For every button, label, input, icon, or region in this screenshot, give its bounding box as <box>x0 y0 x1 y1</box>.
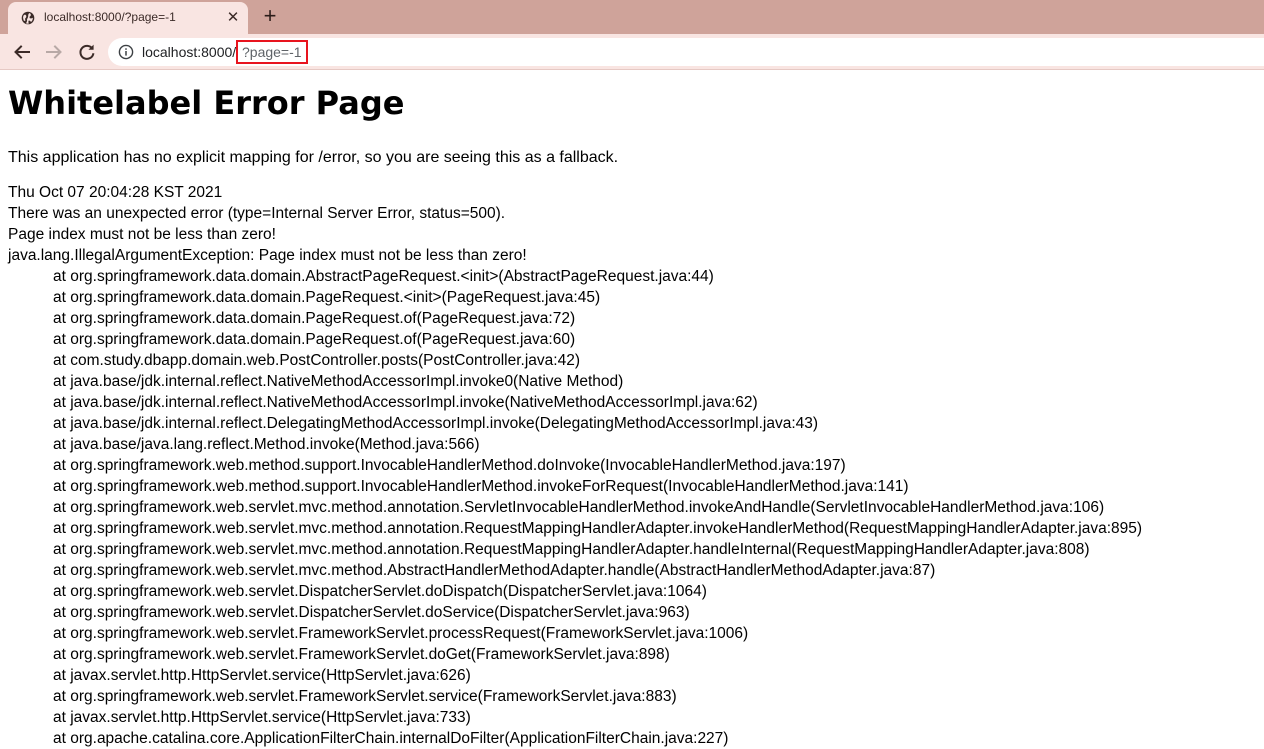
stack-frame: at org.springframework.web.servlet.Frame… <box>53 688 677 705</box>
stack-frame: at org.springframework.web.method.suppor… <box>53 478 909 495</box>
stack-trace: java.lang.IllegalArgumentException: Page… <box>8 245 1258 749</box>
stack-frame: at org.springframework.web.servlet.mvc.m… <box>53 520 1143 537</box>
tab-title: localhost:8000/?page=-1 <box>44 10 176 24</box>
page-content: Whitelabel Error Page This application h… <box>8 84 1258 749</box>
stack-frame: at javax.servlet.http.HttpServlet.servic… <box>53 667 471 684</box>
stack-frame: at org.springframework.web.method.suppor… <box>53 457 846 474</box>
error-timestamp: Thu Oct 07 20:04:28 KST 2021 <box>8 184 223 201</box>
stack-frame: at java.base/jdk.internal.reflect.Delega… <box>53 415 819 432</box>
new-tab-button[interactable]: + <box>258 5 282 29</box>
forward-button[interactable] <box>42 40 66 64</box>
url-host: localhost:8000/ <box>142 44 237 60</box>
stack-frame: at org.springframework.data.domain.PageR… <box>53 331 576 348</box>
stack-frame: at javax.servlet.http.HttpServlet.servic… <box>53 709 471 726</box>
stack-frame: at org.apache.catalina.core.ApplicationF… <box>53 730 729 747</box>
reload-button[interactable] <box>75 40 99 64</box>
tab-strip: localhost:8000/?page=-1 ✕ + <box>0 0 1264 34</box>
url-path-highlight: ?page=-1 <box>236 40 308 64</box>
arrow-left-icon <box>10 40 34 64</box>
arrow-right-icon <box>42 40 66 64</box>
error-details: Thu Oct 07 20:04:28 KST 2021 There was a… <box>8 182 1258 749</box>
reload-icon <box>75 40 99 64</box>
page-intro: This application has no explicit mapping… <box>8 149 619 166</box>
error-message: Page index must not be less than zero! <box>8 226 276 243</box>
stack-frame: at org.springframework.web.servlet.Dispa… <box>53 583 707 600</box>
error-summary: There was an unexpected error (type=Inte… <box>8 205 506 222</box>
stack-frame: at org.springframework.data.domain.Abstr… <box>53 268 714 285</box>
page-title: Whitelabel Error Page <box>8 84 405 122</box>
stack-frame: at org.springframework.web.servlet.Dispa… <box>53 604 690 621</box>
stack-frame: at com.study.dbapp.domain.web.PostContro… <box>53 352 580 369</box>
exception-line: java.lang.IllegalArgumentException: Page… <box>8 247 527 264</box>
stack-frame: at org.springframework.web.servlet.mvc.m… <box>53 541 1090 558</box>
info-icon[interactable] <box>118 44 134 60</box>
stack-frame: at org.springframework.web.servlet.mvc.m… <box>53 499 1105 516</box>
stack-frame: at org.springframework.data.domain.PageR… <box>53 310 576 327</box>
stack-frame: at org.springframework.web.servlet.Frame… <box>53 646 670 663</box>
browser-toolbar: localhost:8000/ ?page=-1 <box>0 34 1264 70</box>
address-bar[interactable]: localhost:8000/ ?page=-1 <box>108 38 1264 66</box>
browser-tab[interactable]: localhost:8000/?page=-1 ✕ <box>8 2 248 34</box>
stack-frame: at org.springframework.data.domain.PageR… <box>53 289 601 306</box>
globe-icon <box>21 11 35 25</box>
stack-frame: at org.springframework.web.servlet.mvc.m… <box>53 562 936 579</box>
stack-frame: at org.springframework.web.servlet.Frame… <box>53 625 749 642</box>
back-button[interactable] <box>10 40 34 64</box>
stack-frame: at java.base/jdk.internal.reflect.Native… <box>53 373 624 390</box>
tab-close-icon[interactable]: ✕ <box>224 9 242 27</box>
stack-frame: at java.base/jdk.internal.reflect.Native… <box>53 394 758 411</box>
stack-frame: at java.base/java.lang.reflect.Method.in… <box>53 436 480 453</box>
